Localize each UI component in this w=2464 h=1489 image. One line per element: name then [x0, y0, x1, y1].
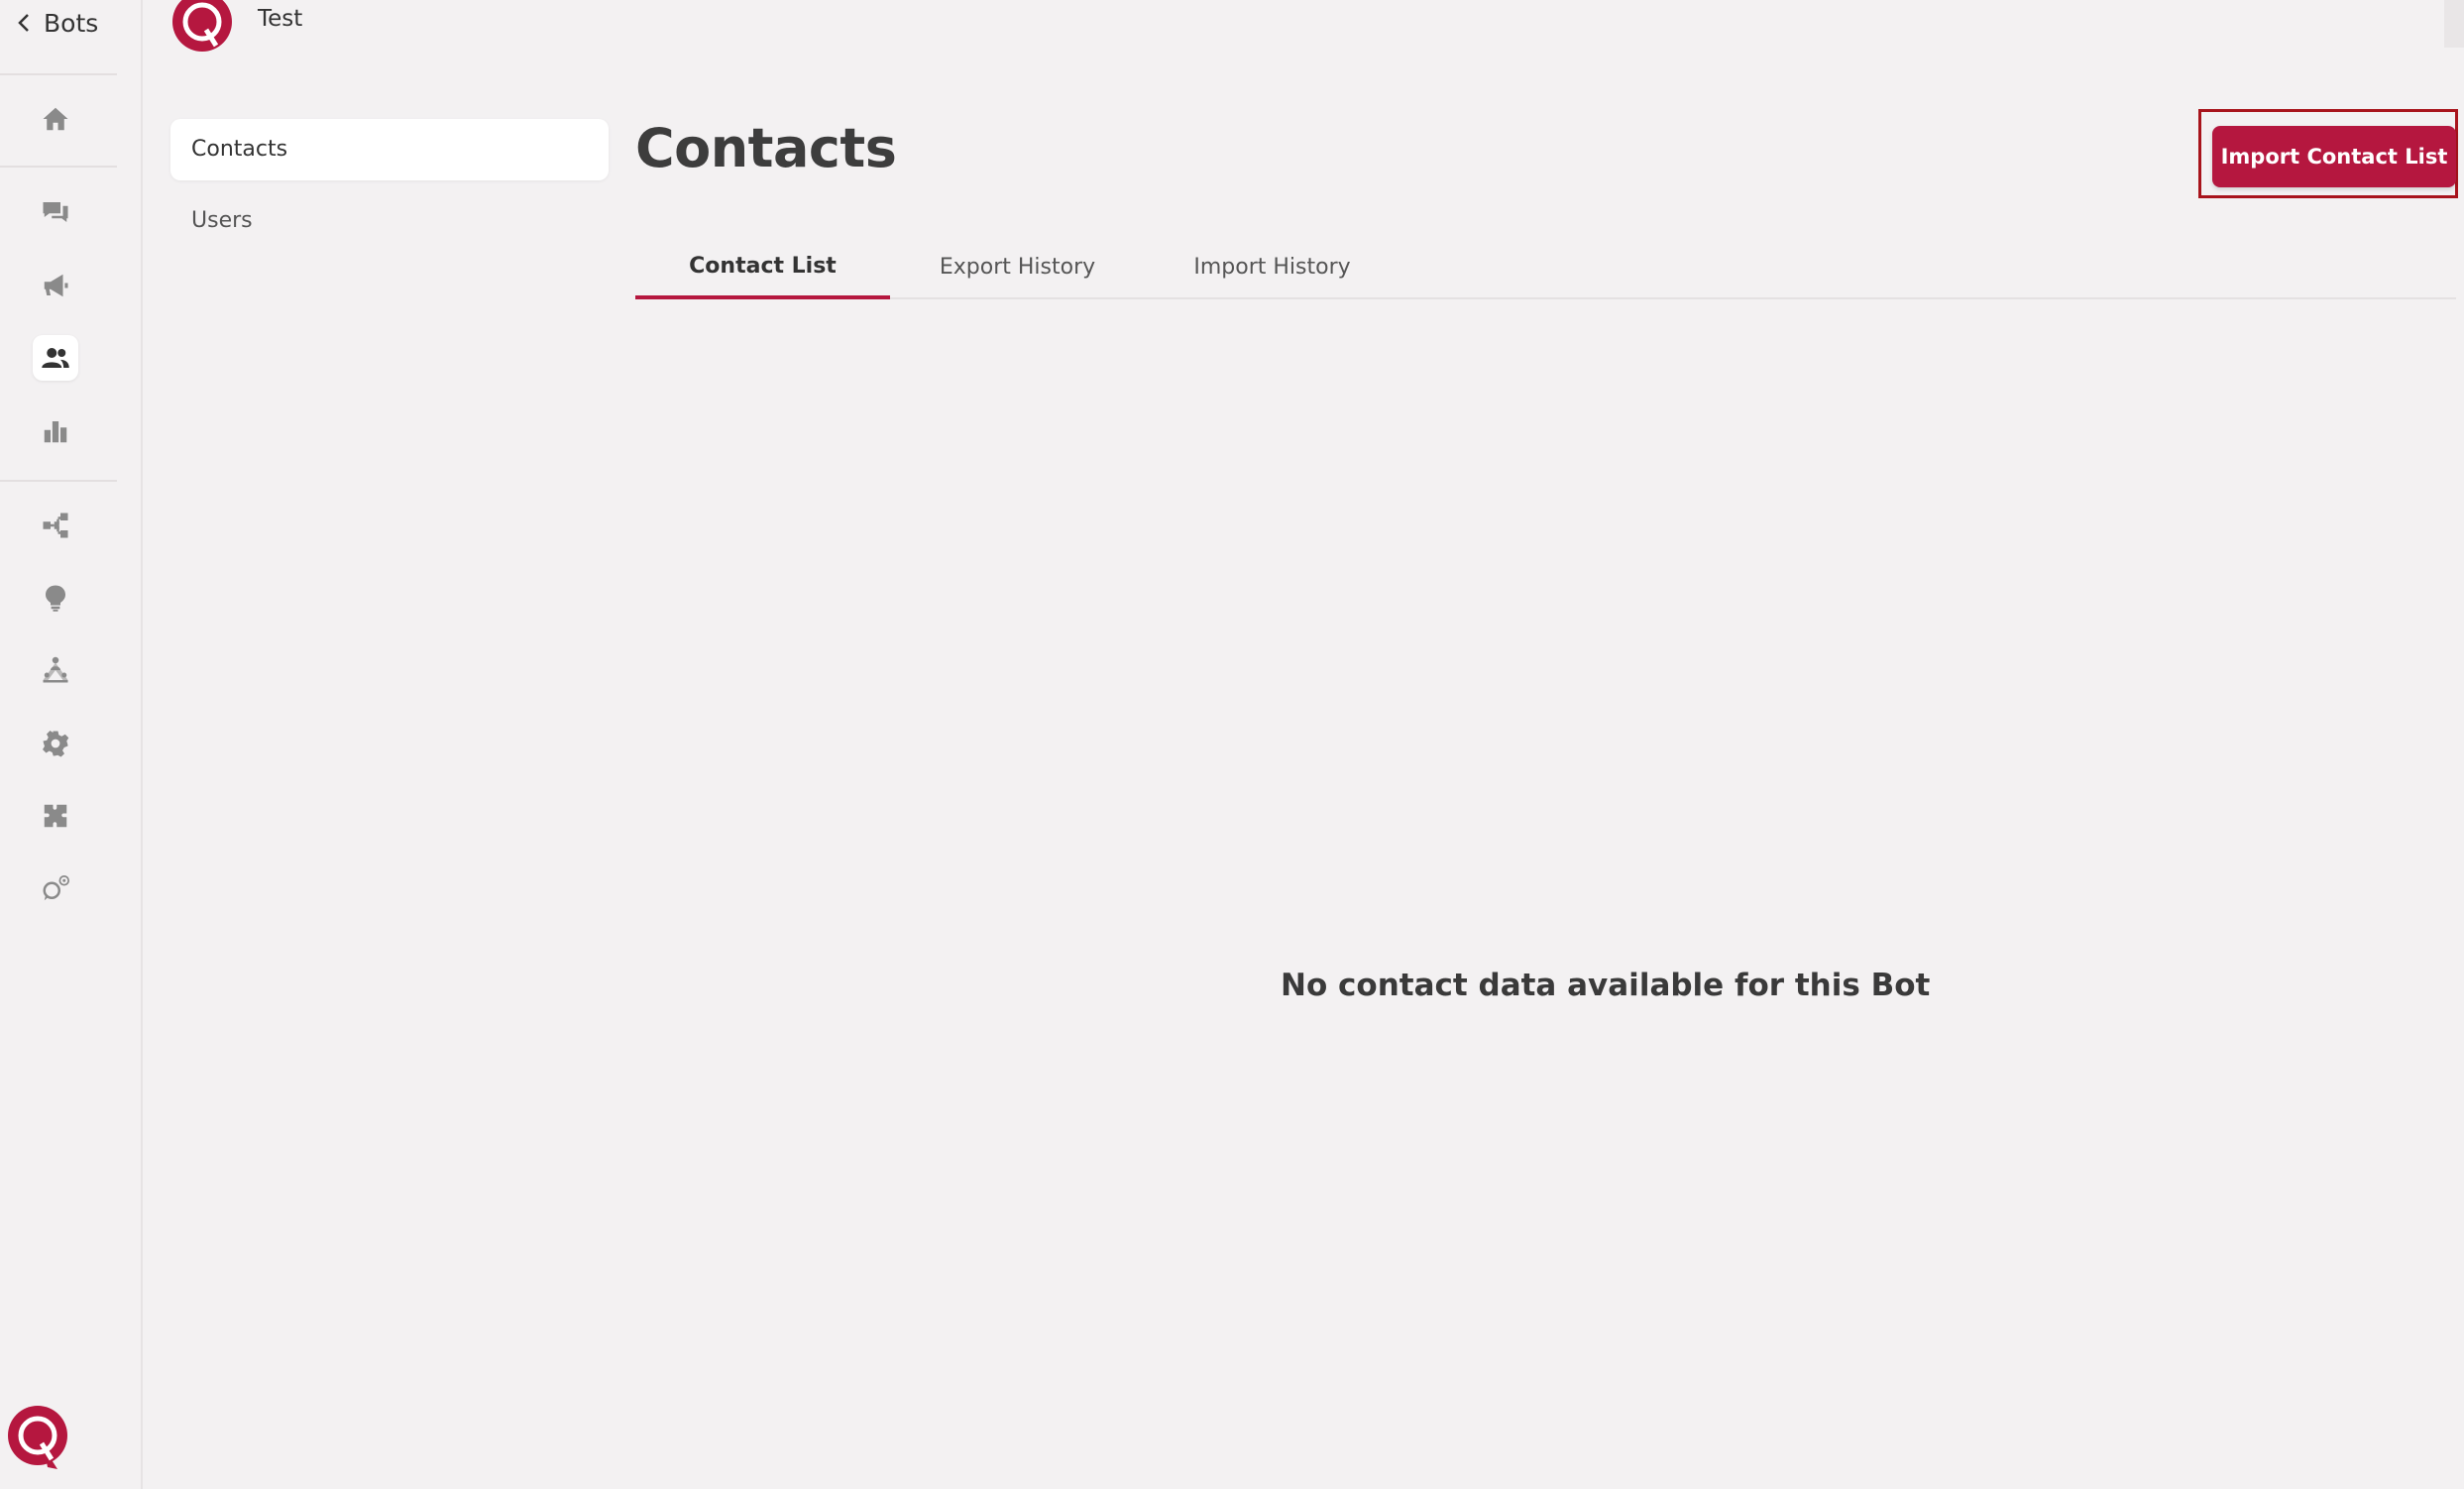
- chevron-left-icon: [18, 14, 29, 32]
- left-rail: Bots: [0, 0, 143, 1489]
- lightbulb-icon: [46, 585, 65, 612]
- nav-whatsapp[interactable]: [33, 866, 78, 912]
- home-icon: [43, 107, 68, 131]
- back-label: Bots: [44, 8, 99, 38]
- nav-hierarchy[interactable]: [33, 647, 78, 693]
- brand-logo: [8, 1406, 67, 1469]
- subnav-item-contacts[interactable]: Contacts: [170, 119, 609, 180]
- nav-integrations[interactable]: [33, 793, 78, 839]
- back-to-bots-link[interactable]: Bots: [16, 6, 98, 40]
- flow-icon: [43, 513, 68, 538]
- contacts-subnav: Contacts Users: [170, 119, 609, 262]
- megaphone-icon: [44, 274, 68, 297]
- brand-logo: [172, 0, 232, 52]
- nav-analytics[interactable]: [33, 408, 78, 454]
- tab-contact-list[interactable]: Contact List: [635, 236, 890, 299]
- gear-icon: [43, 731, 69, 757]
- users-icon: [42, 348, 69, 368]
- bot-name: Test: [258, 6, 303, 32]
- puzzle-icon: [44, 804, 67, 828]
- nav-conversations[interactable]: [33, 189, 78, 235]
- chat-icon: [43, 202, 68, 222]
- hierarchy-icon: [43, 656, 68, 683]
- nav-flows[interactable]: [33, 503, 78, 548]
- rail-divider: [0, 73, 117, 75]
- contacts-tabs: Contact List Export History Import Histo…: [635, 236, 2456, 299]
- nav-knowledge[interactable]: [33, 575, 78, 621]
- import-contact-list-button[interactable]: Import Contact List: [2212, 126, 2456, 187]
- nav-settings[interactable]: [33, 721, 78, 766]
- scrollbar[interactable]: [2444, 0, 2464, 48]
- tab-export-history[interactable]: Export History: [890, 236, 1145, 297]
- nav-home[interactable]: [33, 96, 78, 142]
- rail-divider: [0, 166, 117, 168]
- page-title: Contacts: [635, 117, 897, 179]
- whatsapp-settings-icon: [43, 875, 69, 901]
- subnav-item-users[interactable]: Users: [170, 190, 609, 252]
- empty-state-message: No contact data available for this Bot: [1281, 968, 1931, 1003]
- tab-import-history[interactable]: Import History: [1145, 236, 1400, 297]
- nav-broadcasts[interactable]: [33, 263, 78, 308]
- bar-chart-icon: [44, 421, 67, 443]
- nav-contacts[interactable]: [33, 335, 78, 381]
- rail-divider: [0, 480, 117, 482]
